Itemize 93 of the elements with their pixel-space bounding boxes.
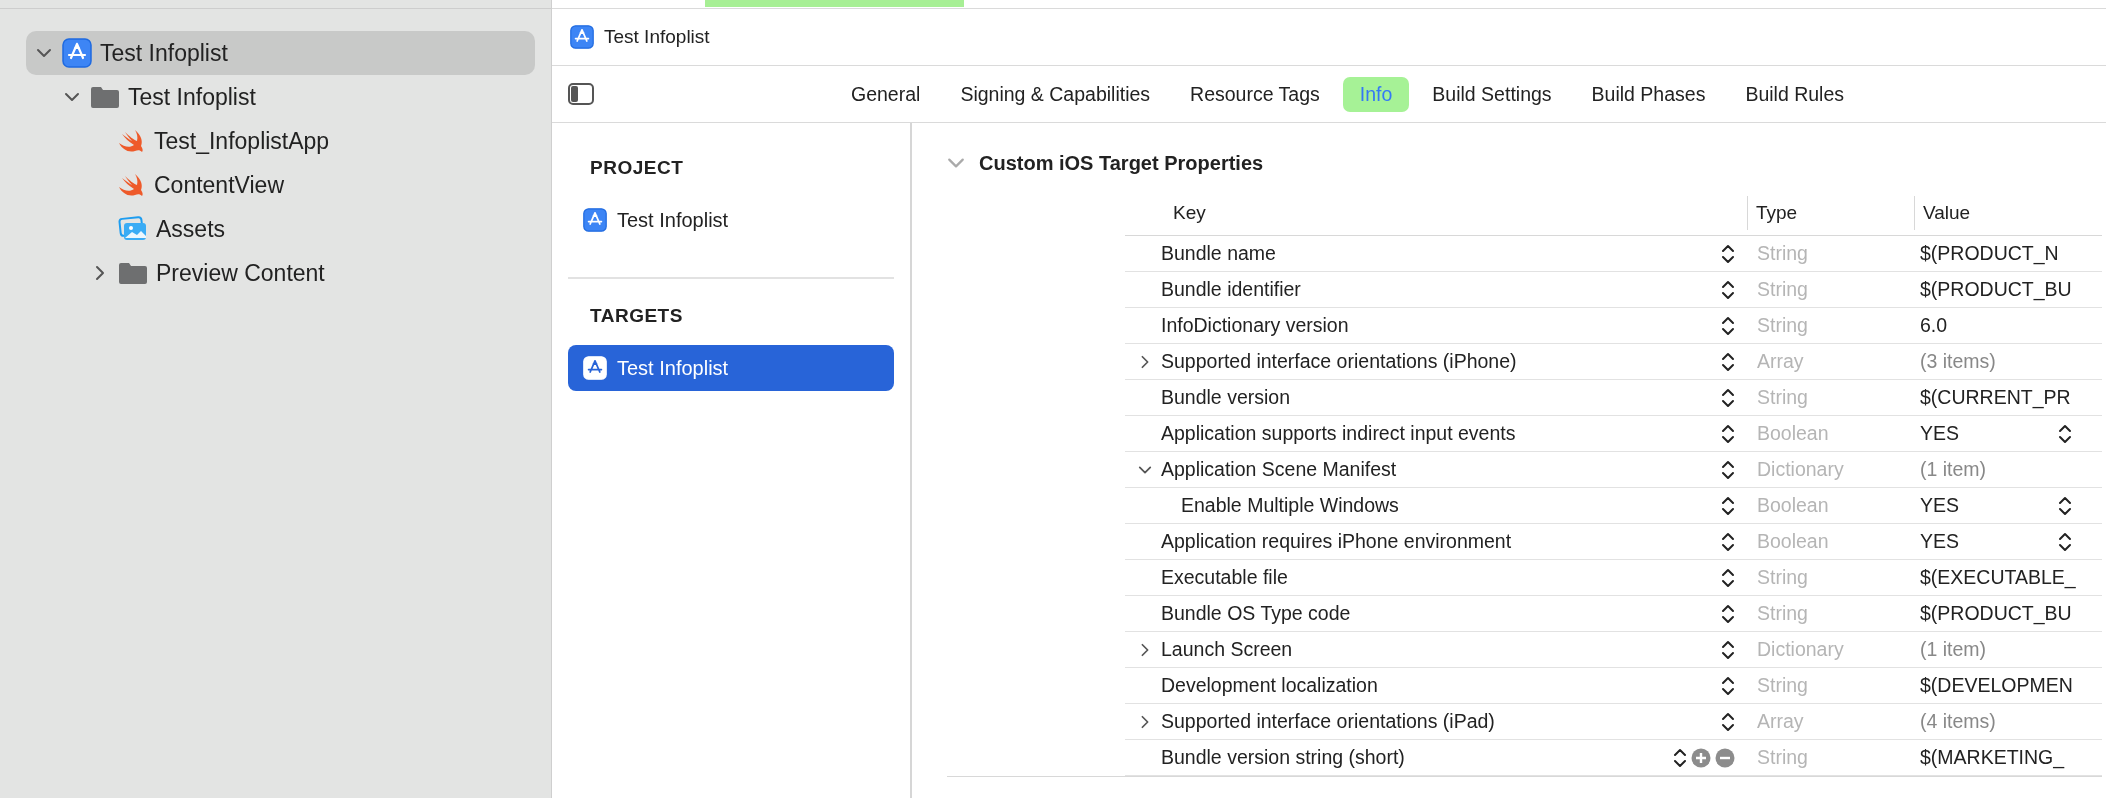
property-type: Dictionary bbox=[1756, 638, 1845, 661]
app-store-icon bbox=[570, 25, 594, 49]
property-value: (3 items) bbox=[1920, 350, 1996, 373]
stepper-icon[interactable] bbox=[1721, 422, 1735, 445]
property-key: Enable Multiple Windows bbox=[1181, 494, 1721, 517]
property-type: String bbox=[1756, 674, 1809, 697]
property-value: $(PRODUCT_BU bbox=[1920, 602, 2072, 625]
property-key: Application requires iPhone environment bbox=[1161, 530, 1721, 553]
property-type: Array bbox=[1756, 710, 1805, 733]
image-stack-icon bbox=[118, 216, 148, 242]
stepper-icon[interactable] bbox=[1721, 710, 1735, 733]
app-store-icon bbox=[62, 38, 92, 68]
stepper-icon[interactable] bbox=[1721, 674, 1735, 697]
property-value: $(CURRENT_PR bbox=[1920, 386, 2071, 409]
stepper-icon[interactable] bbox=[1673, 746, 1687, 769]
property-key: Executable file bbox=[1161, 566, 1721, 589]
section-title: Custom iOS Target Properties bbox=[979, 151, 1264, 175]
property-value: $(PRODUCT_N bbox=[1920, 242, 2059, 265]
property-type: Dictionary bbox=[1756, 458, 1845, 481]
section-heading: TARGETS bbox=[589, 305, 684, 327]
app-store-icon bbox=[583, 208, 607, 232]
property-type: Boolean bbox=[1756, 530, 1830, 553]
navigator-item[interactable]: Test Infoplist bbox=[26, 31, 535, 75]
stepper-icon[interactable] bbox=[1721, 458, 1735, 481]
stepper-icon[interactable] bbox=[1721, 350, 1735, 373]
property-type: String bbox=[1756, 566, 1809, 589]
stepper-icon[interactable] bbox=[2058, 422, 2072, 445]
editor-title: Test Infoplist bbox=[604, 26, 710, 48]
property-value: $(PRODUCT_BU bbox=[1920, 278, 2072, 301]
stepper-icon[interactable] bbox=[2058, 530, 2072, 553]
property-key: Bundle version string (short) bbox=[1161, 746, 1673, 769]
property-type: String bbox=[1756, 746, 1809, 769]
target-list-item[interactable]: Test Infoplist bbox=[568, 197, 894, 243]
property-key: Bundle name bbox=[1161, 242, 1721, 265]
property-type: Boolean bbox=[1756, 422, 1830, 445]
property-key: Supported interface orientations (iPhone) bbox=[1161, 350, 1721, 373]
editor-tab[interactable]: Build Settings bbox=[1415, 76, 1569, 112]
stepper-icon[interactable] bbox=[1721, 494, 1735, 517]
navigator-item[interactable]: Test Infoplist bbox=[26, 75, 535, 119]
folder-icon bbox=[118, 261, 148, 285]
stepper-icon[interactable] bbox=[1721, 386, 1735, 409]
stepper-icon[interactable] bbox=[1721, 242, 1735, 265]
property-type: String bbox=[1756, 386, 1809, 409]
column-header[interactable]: Key bbox=[1125, 196, 1747, 230]
editor-tab[interactable]: Build Phases bbox=[1574, 76, 1723, 112]
property-value: YES bbox=[1920, 530, 1960, 553]
property-key: Launch Screen bbox=[1161, 638, 1721, 661]
property-key: InfoDictionary version bbox=[1161, 314, 1721, 337]
stepper-icon[interactable] bbox=[2058, 494, 2072, 517]
folder-icon bbox=[90, 85, 120, 109]
editor-tab[interactable]: Build Rules bbox=[1728, 76, 1862, 112]
remove-icon[interactable] bbox=[1715, 747, 1735, 768]
property-value: YES bbox=[1920, 494, 1960, 517]
editor-tab[interactable]: General bbox=[834, 76, 938, 112]
property-key: Application supports indirect input events bbox=[1161, 422, 1721, 445]
property-type: Boolean bbox=[1756, 494, 1830, 517]
property-value: 6.0 bbox=[1920, 314, 1948, 337]
property-value: (1 item) bbox=[1920, 458, 1987, 481]
property-key: Bundle identifier bbox=[1161, 278, 1721, 301]
stepper-icon[interactable] bbox=[1721, 278, 1735, 301]
navigator-item[interactable]: Test_InfoplistApp bbox=[26, 119, 535, 163]
editor-tab[interactable]: Resource Tags bbox=[1173, 76, 1337, 112]
property-value: YES bbox=[1920, 422, 1960, 445]
property-type: String bbox=[1756, 278, 1809, 301]
property-key: Bundle OS Type code bbox=[1161, 602, 1721, 625]
stepper-icon[interactable] bbox=[1721, 602, 1735, 625]
property-key: Application Scene Manifest bbox=[1161, 458, 1721, 481]
property-value: (4 items) bbox=[1920, 710, 1996, 733]
column-header[interactable]: Type bbox=[1747, 196, 1914, 230]
property-type: String bbox=[1756, 314, 1809, 337]
property-value: $(MARKETING_ bbox=[1920, 746, 2065, 769]
property-key: Development localization bbox=[1161, 674, 1721, 697]
section-heading: PROJECT bbox=[589, 157, 685, 179]
navigator-item[interactable]: Preview Content bbox=[26, 251, 535, 295]
property-value: $(DEVELOPMEN bbox=[1920, 674, 2073, 697]
stepper-icon[interactable] bbox=[1721, 530, 1735, 553]
property-type: String bbox=[1756, 242, 1809, 265]
stepper-icon[interactable] bbox=[1721, 566, 1735, 589]
editor-tab[interactable]: Signing & Capabilities bbox=[943, 76, 1168, 112]
target-list-item[interactable]: Test Infoplist bbox=[568, 345, 894, 391]
column-header[interactable]: Value bbox=[1914, 196, 2102, 230]
property-value: $(EXECUTABLE_ bbox=[1920, 566, 2076, 589]
property-key: Bundle version bbox=[1161, 386, 1721, 409]
navigator-item[interactable]: Assets bbox=[26, 207, 535, 251]
stepper-icon[interactable] bbox=[1721, 638, 1735, 661]
property-type: String bbox=[1756, 602, 1809, 625]
property-value: (1 item) bbox=[1920, 638, 1987, 661]
navigator-item[interactable]: ContentView bbox=[26, 163, 535, 207]
stepper-icon[interactable] bbox=[1721, 314, 1735, 337]
property-type: Array bbox=[1756, 350, 1805, 373]
sidebar-toggle-icon[interactable] bbox=[568, 83, 594, 105]
app-store-icon bbox=[583, 356, 607, 380]
property-key: Supported interface orientations (iPad) bbox=[1161, 710, 1721, 733]
